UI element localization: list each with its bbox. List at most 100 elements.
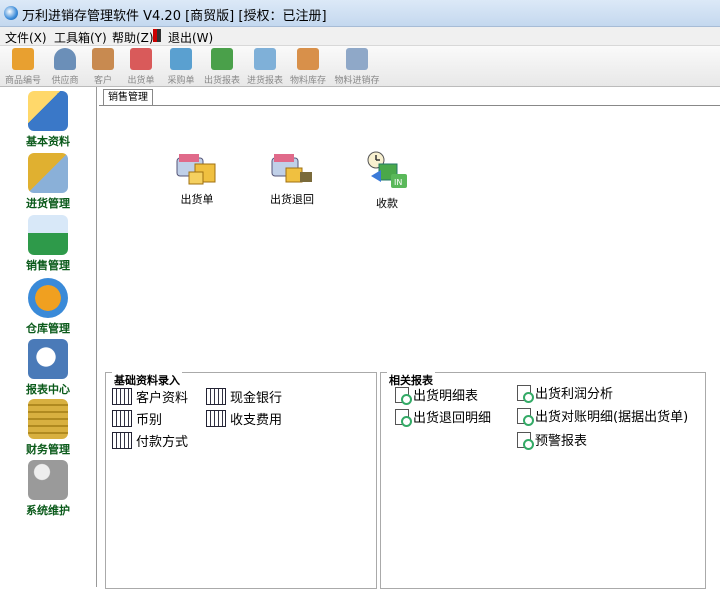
toolbar-label: 出货报表: [203, 76, 240, 86]
payment-method-link[interactable]: 付款方式: [112, 431, 188, 450]
toolbar-label: 进货报表: [246, 76, 283, 86]
toolbar: 商品编号 供应商 客户 出货单 采购单 出货报表 进货报表 物料库存 物料进销存: [0, 46, 720, 87]
delivery-order-button[interactable]: 出货单: [157, 146, 237, 207]
toolbar-purchase-report-button[interactable]: 进货报表: [246, 48, 284, 86]
title-bar: 万利进销存管理软件 V4.20 [商贸版] [授权：已注册]: [0, 0, 720, 27]
toolbar-purchase-button[interactable]: 采购单: [162, 48, 200, 86]
delivery-detail-report-label: 出货明细表: [413, 389, 479, 404]
cash-bank-label: 现金银行: [230, 391, 283, 406]
supplier-icon: [54, 48, 76, 70]
finance-management-icon: [28, 399, 68, 439]
toolbar-label: 客户: [93, 76, 112, 86]
delivery-order-icon: [176, 154, 216, 185]
table-icon: [112, 410, 132, 427]
toolbar-label: 出货单: [127, 76, 155, 86]
table-icon: [206, 410, 226, 427]
sidebar-item-warehouse[interactable]: 仓库管理: [0, 278, 96, 338]
system-maintenance-icon: [28, 460, 68, 500]
purchase-icon: [170, 48, 192, 70]
toolbar-delivery-button[interactable]: 出货单: [122, 48, 160, 86]
delivery-reconciliation-link[interactable]: 出货对账明细(据据出货单): [517, 406, 689, 426]
purchase-management-icon: [28, 153, 68, 193]
basic-data-panel-title: 基础资料录入: [112, 372, 182, 388]
tab-strip: 销售管理: [99, 87, 720, 106]
delivery-return-icon: [271, 154, 312, 183]
delivery-profit-analysis-link[interactable]: 出货利润分析: [517, 383, 614, 403]
toolbar-goods-button[interactable]: 商品编号: [4, 48, 42, 86]
customer-data-label: 客户资料: [136, 391, 189, 406]
sidebar-item-label: 进货管理: [26, 197, 70, 210]
sidebar-item-label: 系统维护: [26, 504, 70, 517]
payment-received-label: 收款: [376, 197, 398, 210]
income-expense-link[interactable]: 收支费用: [206, 409, 282, 428]
report-icon: [517, 431, 534, 450]
toolbar-label: 物料进销存: [334, 76, 380, 86]
payment-received-button[interactable]: IN 收款: [347, 150, 427, 211]
toolbar-inventory-button[interactable]: 物料库存: [289, 48, 327, 86]
warning-report-link[interactable]: 预警报表: [517, 430, 588, 450]
report-icon: [517, 384, 534, 403]
sidebar-item-system[interactable]: 系统维护: [0, 460, 96, 520]
report-icon: [395, 408, 412, 427]
tab-sales-management[interactable]: 销售管理: [103, 89, 153, 105]
delivery-return-label: 出货退回: [270, 193, 314, 206]
sidebar-item-basic-data[interactable]: 基本资料: [0, 91, 96, 151]
delivery-return-detail-link[interactable]: 出货退回明细: [395, 407, 492, 427]
table-icon: [206, 388, 226, 405]
report-center-icon: [28, 339, 68, 379]
currency-label: 币别: [136, 413, 163, 428]
delivery-profit-analysis-label: 出货利润分析: [535, 387, 614, 402]
toolbar-customer-button[interactable]: 客户: [84, 48, 122, 86]
sidebar-item-sales[interactable]: 销售管理: [0, 215, 96, 275]
sidebar-item-label: 财务管理: [26, 443, 70, 456]
sidebar: 基本资料 进货管理 销售管理 仓库管理 报表中心 财务管理 系统维护: [0, 87, 97, 587]
toolbar-label: 商品编号: [4, 76, 41, 86]
svg-text:IN: IN: [394, 178, 402, 187]
material-flow-icon: [346, 48, 368, 70]
report-icon: [517, 407, 534, 426]
sidebar-item-label: 报表中心: [26, 383, 70, 396]
sidebar-item-finance[interactable]: 财务管理: [0, 399, 96, 459]
basic-data-icon: [28, 91, 68, 131]
related-reports-panel: 相关报表 出货明细表 出货利润分析 出货退回明细 出货对账明细(据据出货单) 预…: [380, 372, 706, 589]
toolbar-label: 供应商: [51, 76, 79, 86]
cash-bank-link[interactable]: 现金银行: [206, 387, 282, 406]
purchase-report-icon: [254, 48, 276, 70]
table-icon: [112, 432, 132, 449]
menu-exit[interactable]: 退出(W): [168, 29, 213, 46]
delivery-icon: [130, 48, 152, 70]
menu-bar: 文件(X) 工具箱(Y) 帮助(Z) 退出(W): [0, 27, 720, 46]
customer-data-link[interactable]: 客户资料: [112, 387, 188, 406]
warehouse-management-icon: [28, 278, 68, 318]
exit-icon: [153, 29, 161, 42]
income-expense-label: 收支费用: [230, 413, 283, 428]
delivery-detail-report-link[interactable]: 出货明细表: [395, 385, 479, 405]
toolbar-delivery-report-button[interactable]: 出货报表: [203, 48, 241, 86]
sidebar-item-label: 销售管理: [26, 259, 70, 272]
menu-tools[interactable]: 工具箱(Y): [54, 29, 107, 46]
currency-link[interactable]: 币别: [112, 409, 162, 428]
inventory-icon: [297, 48, 319, 70]
toolbar-supplier-button[interactable]: 供应商: [46, 48, 84, 86]
goods-icon: [12, 48, 34, 70]
payment-received-icon: IN: [367, 151, 407, 188]
delivery-return-detail-label: 出货退回明细: [413, 411, 492, 426]
toolbar-material-flow-button[interactable]: 物料进销存: [334, 48, 380, 86]
sidebar-item-label: 仓库管理: [26, 322, 70, 335]
basic-data-panel: 基础资料录入 客户资料 现金银行 币别 收支费用 付款方式: [105, 372, 377, 589]
sidebar-item-report-center[interactable]: 报表中心: [0, 339, 96, 399]
delivery-order-label: 出货单: [180, 193, 214, 206]
sidebar-item-purchase[interactable]: 进货管理: [0, 153, 96, 213]
delivery-return-button[interactable]: 出货退回: [252, 146, 332, 207]
toolbar-label: 采购单: [167, 76, 195, 86]
sales-management-icon: [28, 215, 68, 255]
warning-report-label: 预警报表: [535, 434, 588, 449]
customer-icon: [92, 48, 114, 70]
menu-file[interactable]: 文件(X): [5, 29, 47, 46]
window-title: 万利进销存管理软件 V4.20 [商贸版] [授权：已注册]: [22, 9, 327, 24]
toolbar-label: 物料库存: [289, 76, 326, 86]
menu-help[interactable]: 帮助(Z): [112, 29, 154, 46]
payment-method-label: 付款方式: [136, 435, 189, 450]
delivery-reconciliation-label: 出货对账明细(据据出货单): [535, 410, 689, 425]
table-icon: [112, 388, 132, 405]
